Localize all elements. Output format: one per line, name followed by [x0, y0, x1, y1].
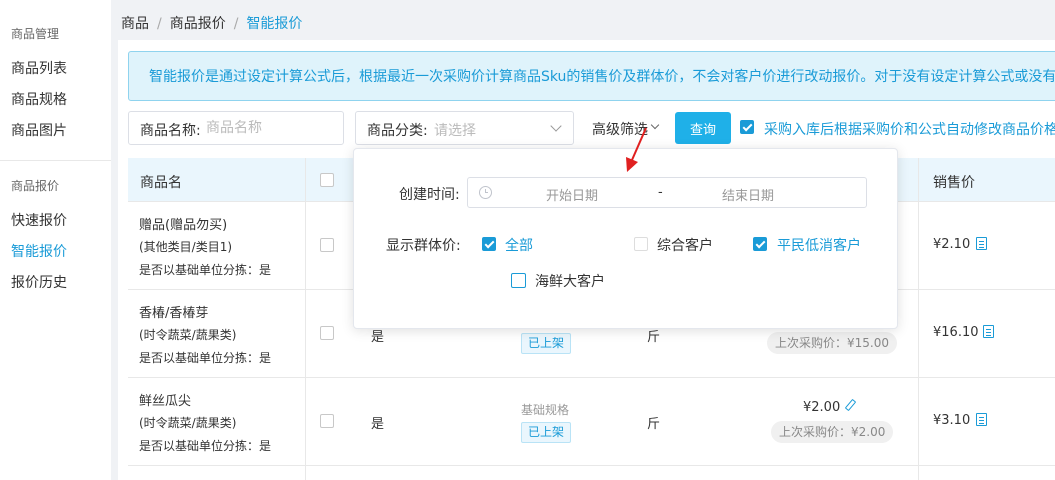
annotation-arrow-icon	[626, 127, 647, 172]
